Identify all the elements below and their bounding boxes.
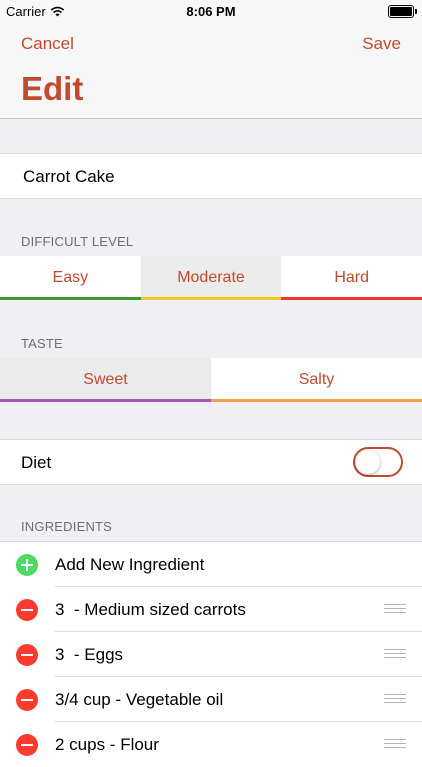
- segment-underline: [140, 297, 282, 300]
- ingredients-list: Add New Ingredient 3 - Medium sized carr…: [0, 541, 422, 767]
- ingredient-row: 3 - Medium sized carrots: [0, 587, 422, 632]
- ingredient-row: 2 cups - Flour: [0, 722, 422, 767]
- segment-label: Easy: [52, 269, 89, 286]
- segment-label: Sweet: [83, 371, 128, 388]
- remove-icon[interactable]: [16, 689, 38, 711]
- battery-icon: [388, 5, 417, 18]
- save-button[interactable]: Save: [362, 34, 401, 54]
- add-icon[interactable]: [16, 554, 38, 576]
- page-title: Edit: [21, 70, 84, 107]
- difficulty-segmented-control: Easy Moderate Hard: [0, 256, 422, 300]
- recipe-name-input[interactable]: [21, 154, 405, 200]
- segment-underline: [211, 399, 422, 402]
- cancel-button[interactable]: Cancel: [21, 34, 74, 54]
- difficulty-segment-hard[interactable]: Hard: [281, 256, 422, 300]
- status-bar: Carrier 8:06 PM: [0, 0, 422, 22]
- add-ingredient-label: Add New Ingredient: [55, 555, 205, 574]
- ingredient-label: 2 cups - Flour: [55, 735, 159, 754]
- ingredient-row: 3 - Eggs: [0, 632, 422, 677]
- ingredient-label: 3 - Eggs: [55, 645, 124, 664]
- reorder-handle-icon[interactable]: [384, 649, 406, 659]
- reorder-handle-icon[interactable]: [384, 739, 406, 749]
- ingredient-label: 3 - Medium sized carrots: [55, 600, 246, 619]
- add-ingredient-row[interactable]: Add New Ingredient: [0, 542, 422, 587]
- segment-label: Salty: [298, 371, 335, 388]
- difficulty-header: DIFFICULT LEVEL: [21, 234, 134, 249]
- remove-icon[interactable]: [16, 644, 38, 666]
- taste-segmented-control: Sweet Salty: [0, 358, 422, 402]
- remove-icon[interactable]: [16, 734, 38, 756]
- reorder-handle-icon[interactable]: [384, 694, 406, 704]
- ingredients-header: INGREDIENTS: [21, 519, 113, 534]
- remove-icon[interactable]: [16, 599, 38, 621]
- taste-segment-sweet[interactable]: Sweet: [0, 358, 211, 402]
- segment-underline: [0, 297, 141, 300]
- reorder-handle-icon[interactable]: [384, 604, 406, 614]
- segment-underline: [281, 297, 422, 300]
- segment-underline: [0, 399, 211, 402]
- diet-row: Diet: [0, 439, 422, 485]
- ingredient-row: 3/4 cup - Vegetable oil: [0, 677, 422, 722]
- difficulty-segment-easy[interactable]: Easy: [0, 256, 141, 300]
- segment-label: Hard: [334, 269, 370, 286]
- recipe-name-row: [0, 153, 422, 200]
- segment-label: Moderate: [177, 269, 245, 286]
- ingredient-label: 3/4 cup - Vegetable oil: [55, 690, 224, 709]
- diet-label: Diet: [21, 453, 52, 472]
- taste-segment-salty[interactable]: Salty: [211, 358, 422, 402]
- difficulty-segment-moderate[interactable]: Moderate: [140, 256, 282, 300]
- toggle-knob: [356, 450, 380, 474]
- taste-header: TASTE: [21, 336, 63, 351]
- navigation-bar: Cancel Save Edit: [0, 22, 422, 119]
- diet-toggle[interactable]: [353, 447, 403, 477]
- status-time: 8:06 PM: [186, 4, 236, 19]
